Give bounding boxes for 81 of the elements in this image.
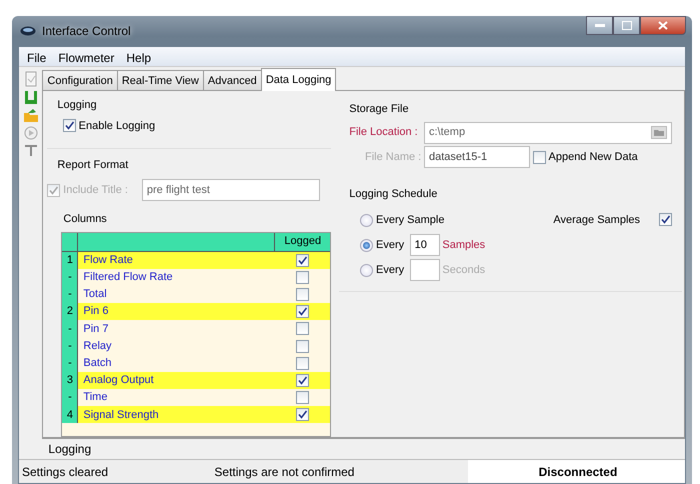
checkbox-label: Enable Logging bbox=[78, 118, 156, 134]
column-header: Logged bbox=[274, 232, 330, 250]
status-text: Disconnected bbox=[538, 464, 618, 480]
row-index: - bbox=[62, 389, 78, 406]
tab[interactable]: Real-Time View bbox=[116, 70, 204, 90]
table-cell-text: Pin 6 bbox=[82, 304, 110, 320]
table-cell-text: Analog Output bbox=[82, 373, 155, 388]
checkbox-label: Append New Data bbox=[548, 150, 638, 165]
radio-button[interactable] bbox=[360, 214, 374, 227]
field-label: File Name : bbox=[364, 150, 422, 165]
radio-button[interactable] bbox=[360, 238, 374, 252]
maximize-button[interactable] bbox=[613, 16, 640, 35]
tab[interactable]: Data Logging bbox=[260, 68, 336, 91]
close-button[interactable] bbox=[640, 16, 686, 35]
logged-checkbox[interactable] bbox=[296, 374, 309, 387]
tab[interactable]: Advanced bbox=[202, 70, 262, 90]
table-cell-text: Pin 7 bbox=[82, 322, 110, 337]
row-index: 2 bbox=[62, 303, 78, 320]
group-title: Columns bbox=[63, 212, 108, 227]
folder-icon[interactable] bbox=[22, 108, 39, 123]
group-title: Logging bbox=[57, 98, 97, 113]
file-location-field[interactable]: c:\temp bbox=[424, 122, 672, 144]
app-icon bbox=[20, 26, 36, 36]
logged-checkbox[interactable] bbox=[296, 322, 309, 336]
logged-checkbox[interactable] bbox=[296, 288, 309, 301]
minimize-icon bbox=[594, 24, 604, 28]
play-icon[interactable] bbox=[24, 126, 38, 140]
row-index: 3 bbox=[62, 372, 78, 389]
table-cell-text: Time bbox=[82, 390, 108, 406]
logged-checkbox[interactable] bbox=[296, 305, 309, 318]
field-label: File Location : bbox=[349, 125, 419, 140]
radio-label: Every bbox=[376, 262, 404, 278]
group-title: Report Format bbox=[57, 158, 128, 172]
menu-item[interactable]: Help bbox=[120, 47, 158, 66]
checkbox-label: Average Samples bbox=[553, 212, 640, 228]
menu-item[interactable]: File bbox=[21, 47, 52, 66]
checkbox-label: Include Title : bbox=[63, 182, 129, 198]
document-icon[interactable] bbox=[24, 71, 38, 87]
row-index: - bbox=[62, 337, 78, 355]
row-index: - bbox=[62, 268, 78, 286]
bottom-tab[interactable]: Logging bbox=[48, 440, 92, 458]
window-title: Interface Control bbox=[42, 23, 131, 40]
row-index: - bbox=[62, 320, 78, 338]
menu-item[interactable]: Flowmeter bbox=[52, 47, 120, 66]
save-icon[interactable] bbox=[24, 90, 38, 105]
table-cell-text: Filtered Flow Rate bbox=[82, 270, 174, 286]
status-text: Settings are not confirmed bbox=[214, 464, 354, 480]
close-icon bbox=[658, 21, 668, 30]
logged-checkbox[interactable] bbox=[296, 340, 309, 353]
logged-checkbox[interactable] bbox=[296, 254, 309, 267]
table-cell-text: Signal Strength bbox=[82, 408, 160, 423]
maximize-icon bbox=[622, 21, 632, 30]
tab[interactable]: Configuration bbox=[42, 70, 118, 90]
minimize-button[interactable] bbox=[586, 16, 613, 35]
row-index: 4 bbox=[62, 406, 78, 424]
group-title: Storage File bbox=[349, 102, 409, 117]
group-title: Logging Schedule bbox=[349, 187, 438, 202]
row-index: - bbox=[62, 286, 78, 304]
append-checkbox[interactable] bbox=[532, 150, 546, 164]
radio-button[interactable] bbox=[360, 264, 374, 276]
unit-label: Samples bbox=[442, 238, 486, 253]
status-text: Settings cleared bbox=[22, 464, 108, 480]
radio-label: Every bbox=[376, 238, 404, 253]
tool-icon[interactable] bbox=[24, 143, 38, 157]
table-cell-text: Flow Rate bbox=[82, 252, 134, 268]
enable-logging-checkbox[interactable] bbox=[62, 119, 76, 132]
folder-icon[interactable] bbox=[651, 126, 667, 139]
count-field[interactable] bbox=[410, 259, 440, 281]
table-cell-text: Total bbox=[82, 287, 108, 302]
logged-checkbox[interactable] bbox=[296, 356, 309, 370]
logged-checkbox[interactable] bbox=[296, 408, 309, 422]
row-index: - bbox=[62, 354, 78, 372]
logged-checkbox[interactable] bbox=[296, 270, 309, 284]
radio-label: Every Sample bbox=[376, 213, 444, 228]
table-cell-text: Relay bbox=[82, 338, 113, 354]
average-samples-checkbox[interactable] bbox=[659, 213, 672, 226]
logged-checkbox[interactable] bbox=[296, 391, 309, 404]
unit-label: Seconds bbox=[442, 262, 486, 278]
table-cell-text: Batch bbox=[82, 356, 113, 371]
count-field[interactable]: 10 bbox=[410, 234, 440, 256]
row-index: 1 bbox=[62, 252, 78, 269]
